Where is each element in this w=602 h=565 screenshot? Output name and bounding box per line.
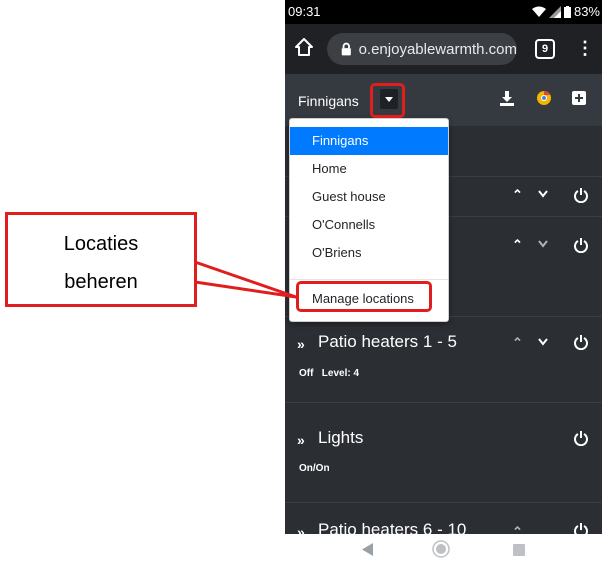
callout-line2: beheren: [64, 271, 138, 293]
callout-line1: Locaties: [63, 233, 139, 255]
callout-box: Locaties beheren: [5, 212, 197, 307]
